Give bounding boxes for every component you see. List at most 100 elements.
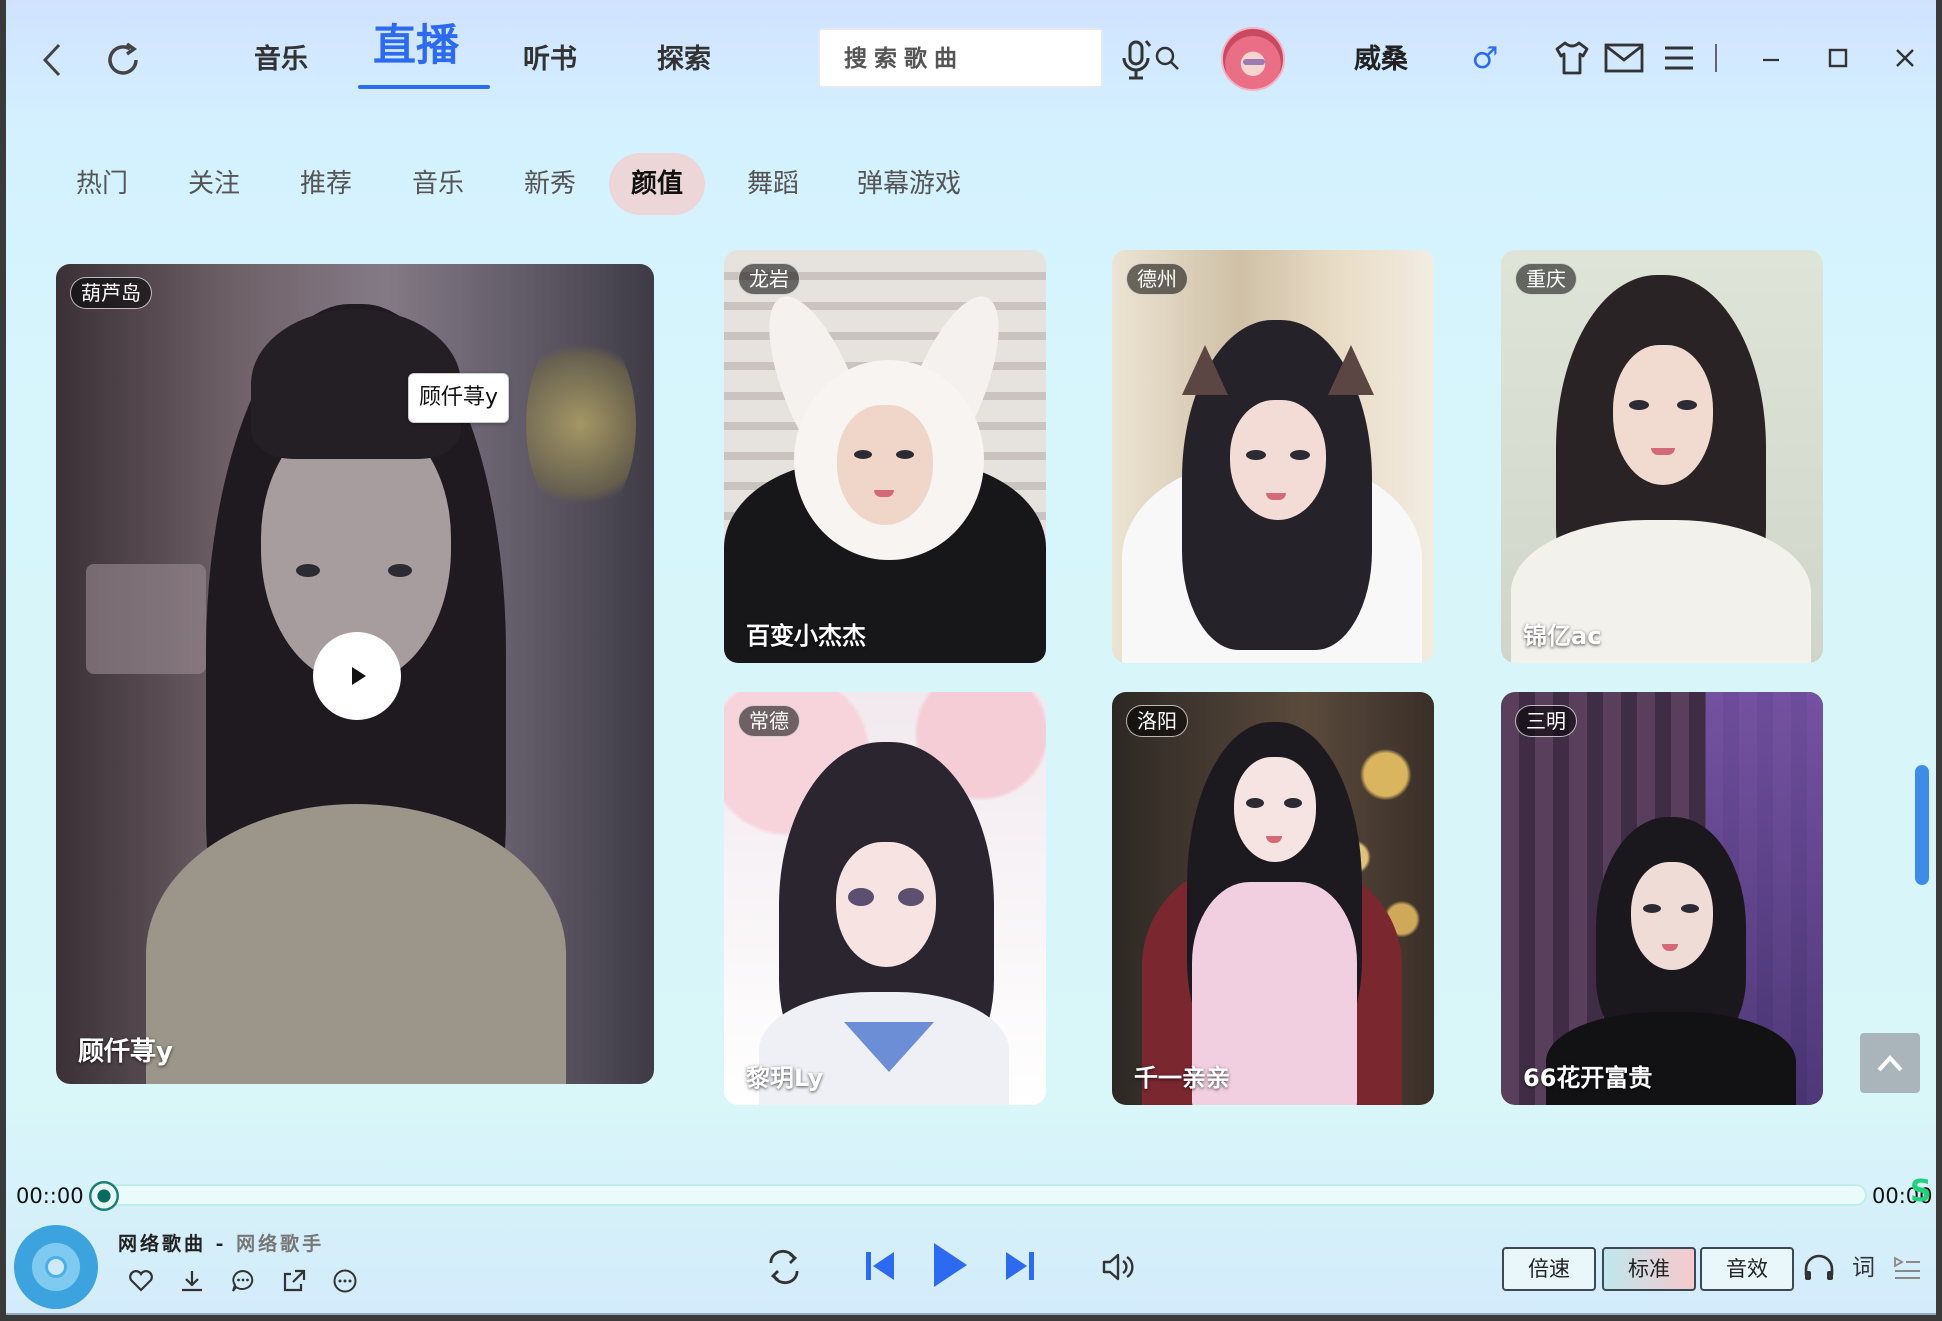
person-eye-right [1290,450,1310,460]
skip-back-icon [866,1252,894,1280]
quality-button[interactable]: 标准 [1602,1247,1696,1291]
stream-card[interactable]: 德州 [1112,250,1434,663]
speed-button[interactable]: 倍速 [1502,1247,1596,1291]
person-eye-right [1284,798,1302,808]
comment-button[interactable] [230,1268,256,1294]
stream-card[interactable]: 常德 黎玥Ly [724,692,1046,1105]
person-face [1613,345,1713,485]
refresh-icon [108,42,138,75]
more-icon [333,1269,357,1293]
person-eye-left [1643,904,1661,913]
person-eye-right [1677,400,1697,410]
lyrics-button[interactable]: 词 [1852,1250,1875,1286]
top-bar: 音乐 直播 听书 探索 威桑 ♂ [6,0,1936,120]
share-button[interactable] [281,1268,307,1294]
play-icon [934,1243,967,1287]
category-danmaku-games[interactable]: 弹幕游戏 [835,153,983,215]
location-badge: 葫芦岛 [70,277,152,309]
song-artist[interactable]: 网络歌手 [236,1233,324,1255]
stream-card[interactable]: 龙岩 百变小杰杰 [724,250,1046,663]
play-icon [352,667,366,685]
share-icon [283,1269,306,1292]
album-cover[interactable] [14,1225,98,1309]
category-music[interactable]: 音乐 [390,153,486,215]
vertical-scrollbar[interactable] [1915,765,1929,885]
category-hot[interactable]: 热门 [54,153,150,215]
category-recommend[interactable]: 推荐 [278,153,374,215]
skin-button[interactable] [1552,38,1592,78]
category-follow[interactable]: 关注 [166,153,262,215]
maximize-button[interactable] [1823,44,1853,72]
person-mouth [1651,448,1675,455]
playlist-button[interactable] [1890,1250,1924,1284]
avatar[interactable] [1221,27,1285,91]
nav-active-underline [358,85,490,89]
listen-together-button[interactable] [1801,1250,1837,1286]
heart-icon [129,1270,153,1292]
stream-card[interactable]: 洛阳 千一亲亲 [1112,692,1434,1105]
progress-bar[interactable] [104,1184,1867,1206]
sound-effect-button[interactable]: 音效 [1700,1247,1794,1291]
now-playing: 网络歌曲 - 网络歌手 [118,1230,324,1258]
status-marker: S [1910,1174,1932,1209]
person-eye-left [1629,400,1649,410]
nav-tab-music[interactable]: 音乐 [254,40,308,80]
chevron-left-icon [42,43,61,77]
progress-knob[interactable] [89,1181,119,1211]
song-separator: - [206,1233,237,1255]
category-dance[interactable]: 舞蹈 [725,153,821,215]
back-button[interactable] [34,40,70,80]
close-icon [1896,49,1914,67]
person-face [837,405,933,525]
close-button[interactable] [1890,44,1920,72]
play-pause-button[interactable] [928,1238,972,1292]
minimize-button[interactable] [1756,44,1786,72]
loop-mode-button[interactable] [762,1245,806,1289]
song-actions [128,1268,358,1294]
mail-icon [1604,43,1644,73]
streamer-name: 千一亲亲 [1134,1064,1230,1092]
current-time: 00::00 [16,1184,84,1208]
person-body [146,804,566,1084]
category-looks[interactable]: 颜值 [609,153,706,215]
previous-button[interactable] [862,1246,898,1286]
stream-card[interactable]: 三明 66花开富贵 [1501,692,1823,1105]
person-eye-right [896,450,914,459]
nav-tab-audiobook[interactable]: 听书 [523,40,577,80]
search-icon [1155,46,1179,70]
download-button[interactable] [179,1268,205,1294]
location-badge: 重庆 [1515,263,1577,295]
chevron-up-icon [1877,1055,1903,1072]
back-to-top-button[interactable] [1860,1033,1920,1093]
flower-decoration [526,324,636,524]
app-window: 音乐 直播 听书 探索 威桑 ♂ [6,0,1936,1315]
song-title[interactable]: 网络歌曲 [118,1233,206,1255]
nav-tab-explore[interactable]: 探索 [657,40,711,80]
room-decoration [86,564,206,674]
tshirt-icon [1555,41,1589,75]
loop-icon [769,1249,799,1285]
streamer-name: 百变小杰杰 [746,622,866,650]
voice-search-button[interactable] [1116,36,1156,84]
person-face [1234,757,1316,862]
stream-card[interactable]: 重庆 锦亿ac [1501,250,1823,663]
like-button[interactable] [128,1268,154,1294]
search-button[interactable] [1154,44,1180,72]
menu-button[interactable] [1661,40,1697,76]
username[interactable]: 威桑 [1354,40,1408,80]
skip-forward-icon [1006,1252,1034,1280]
volume-button[interactable] [1098,1247,1138,1287]
streamer-name: 66花开富贵 [1523,1064,1653,1092]
category-newcomer[interactable]: 新秀 [502,153,598,215]
refresh-button[interactable] [101,38,145,82]
person-eye-right [1681,904,1699,913]
search-input[interactable] [844,44,1154,72]
next-button[interactable] [1002,1246,1038,1286]
streamer-tooltip: 顾仟荨y [408,373,510,423]
play-button[interactable] [313,632,401,720]
download-icon [182,1271,202,1292]
more-button[interactable] [332,1268,358,1294]
mail-button[interactable] [1603,40,1645,76]
nav-tab-live[interactable]: 直播 [373,18,459,71]
featured-stream-card[interactable]: 葫芦岛 顾仟荨y 顾仟荨y [56,264,654,1084]
